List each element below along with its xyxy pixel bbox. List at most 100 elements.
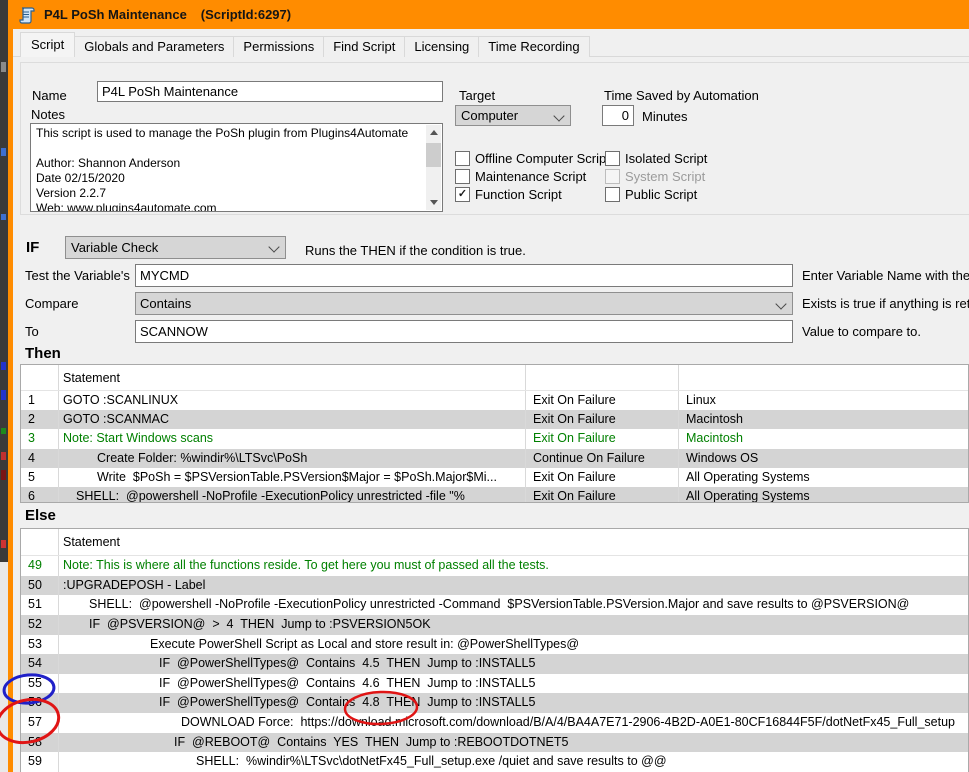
- condition-value-input[interactable]: MYCMD: [135, 264, 793, 287]
- statement-column-header: Statement: [59, 365, 526, 390]
- name-input[interactable]: [97, 81, 443, 102]
- target-selected-value: Computer: [461, 108, 518, 123]
- step-statement: IF @PowerShellTypes@ Contains 4.5 THEN J…: [59, 654, 968, 674]
- step-on-failure: Exit On Failure: [526, 429, 679, 448]
- step-statement: Note: Start Windows scans: [59, 429, 526, 448]
- script-step-row[interactable]: 5Write $PoSh = $PSVersionTable.PSVersion…: [21, 468, 968, 487]
- script-step-row[interactable]: 51SHELL: @powershell -NoProfile -Executi…: [21, 595, 968, 615]
- name-label: Name: [32, 88, 67, 103]
- script-step-row[interactable]: 1GOTO :SCANLINUXExit On FailureLinux: [21, 391, 968, 410]
- table-header-row: Statement: [21, 365, 968, 391]
- checkbox-label: Public Script: [625, 187, 697, 202]
- else-steps-table: Statement49Note: This is where all the f…: [20, 528, 969, 772]
- checkbox-unchecked-icon: [605, 169, 620, 184]
- condition-value-input[interactable]: SCANNOW: [135, 320, 793, 343]
- target-select[interactable]: Computer: [455, 105, 571, 126]
- script-step-row[interactable]: 2GOTO :SCANMACExit On FailureMacintosh: [21, 410, 968, 429]
- script-editor-window: P4L PoSh Maintenance (ScriptId:6297) Scr…: [0, 0, 969, 772]
- time-saved-input[interactable]: [602, 105, 634, 126]
- notes-scrollbar[interactable]: [426, 125, 441, 210]
- step-number: 51: [21, 595, 59, 615]
- step-on-failure: Exit On Failure: [526, 487, 679, 503]
- if-type-value: Variable Check: [71, 240, 158, 255]
- condition-field-hint: Enter Variable Name with the @ s: [802, 268, 969, 283]
- checkbox-label: Offline Computer Script: [475, 151, 610, 166]
- step-on-failure: Continue On Failure: [526, 449, 679, 468]
- step-statement: Note: This is where all the functions re…: [59, 556, 968, 576]
- checkbox-function-script[interactable]: ✓ Function Script: [455, 187, 562, 201]
- script-step-row[interactable]: 56IF @PowerShellTypes@ Contains 4.8 THEN…: [21, 693, 968, 713]
- step-statement: Write $PoSh = $PSVersionTable.PSVersion$…: [59, 468, 526, 487]
- condition-field-label: To: [25, 324, 39, 339]
- column-header: [526, 365, 679, 390]
- background-artifact: [1, 148, 6, 156]
- tab-find-script[interactable]: Find Script: [323, 36, 405, 57]
- step-statement: SHELL: @powershell -NoProfile -Execution…: [59, 487, 526, 503]
- background-artifact: [1, 452, 6, 460]
- chevron-down-icon: [775, 298, 786, 309]
- step-number: 58: [21, 733, 59, 753]
- then-steps-table: Statement1GOTO :SCANLINUXExit On Failure…: [20, 364, 969, 503]
- checkbox-unchecked-icon[interactable]: [455, 151, 470, 166]
- script-step-row[interactable]: 57DOWNLOAD Force: https://download.micro…: [21, 713, 968, 733]
- background-artifact: [1, 540, 6, 548]
- time-saved-label: Time Saved by Automation: [604, 88, 759, 103]
- script-step-row[interactable]: 54IF @PowerShellTypes@ Contains 4.5 THEN…: [21, 654, 968, 674]
- step-number: 4: [21, 449, 59, 468]
- checkbox-checked-icon[interactable]: ✓: [455, 187, 470, 202]
- checkbox-isolated-script[interactable]: Isolated Script: [605, 151, 707, 165]
- checkbox-maintenance-script[interactable]: Maintenance Script: [455, 169, 586, 183]
- background-strip: [0, 0, 8, 772]
- script-step-row[interactable]: 6SHELL: @powershell -NoProfile -Executio…: [21, 487, 968, 503]
- script-step-row[interactable]: 49Note: This is where all the functions …: [21, 556, 968, 576]
- step-on-failure: Exit On Failure: [526, 391, 679, 410]
- scroll-up-icon[interactable]: [426, 125, 441, 140]
- step-number: 55: [21, 674, 59, 694]
- script-step-row[interactable]: 53Execute PowerShell Script as Local and…: [21, 635, 968, 655]
- condition-field-label: Test the Variable's: [25, 268, 130, 283]
- tab-time-recording[interactable]: Time Recording: [478, 36, 589, 57]
- else-section-label: Else: [25, 507, 56, 524]
- notes-line: This script is used to manage the PoSh p…: [36, 126, 424, 141]
- script-step-row[interactable]: 52IF @PSVERSION@ > 4 THEN Jump to :PSVER…: [21, 615, 968, 635]
- checkbox-public-script[interactable]: Public Script: [605, 187, 697, 201]
- tab-licensing[interactable]: Licensing: [404, 36, 479, 57]
- condition-compare-select[interactable]: Contains: [135, 292, 793, 315]
- checkbox-offline-computer-script[interactable]: Offline Computer Script: [455, 151, 610, 165]
- tab-globals-and-parameters[interactable]: Globals and Parameters: [74, 36, 234, 57]
- if-hint: Runs the THEN if the condition is true.: [305, 243, 526, 258]
- step-os: All Operating Systems: [679, 468, 968, 487]
- script-step-row[interactable]: 4Create Folder: %windir%\LTSvc\PoShConti…: [21, 449, 968, 468]
- step-os: Macintosh: [679, 410, 968, 429]
- step-number: 54: [21, 654, 59, 674]
- checkbox-unchecked-icon[interactable]: [605, 151, 620, 166]
- window-title: P4L PoSh Maintenance: [44, 7, 187, 22]
- step-number: 50: [21, 576, 59, 596]
- script-step-row[interactable]: 59SHELL: %windir%\LTSvc\dotNetFx45_Full_…: [21, 752, 968, 772]
- chevron-down-icon: [268, 241, 279, 252]
- tab-script[interactable]: Script: [20, 32, 75, 57]
- condition-field-hint: Value to compare to.: [802, 324, 921, 339]
- step-os: Windows OS: [679, 449, 968, 468]
- tab-permissions[interactable]: Permissions: [233, 36, 324, 57]
- step-number: 3: [21, 429, 59, 448]
- script-step-row[interactable]: 50:UPGRADEPOSH - Label: [21, 576, 968, 596]
- column-header: [21, 529, 59, 555]
- scrollbar-thumb[interactable]: [426, 143, 441, 167]
- notes-line: Date 02/15/2020: [36, 171, 424, 186]
- checkbox-unchecked-icon[interactable]: [605, 187, 620, 202]
- step-statement: IF @PowerShellTypes@ Contains 4.6 THEN J…: [59, 674, 968, 694]
- script-step-row[interactable]: 58IF @REBOOT@ Contains YES THEN Jump to …: [21, 733, 968, 753]
- column-header: [679, 365, 968, 390]
- script-step-row[interactable]: 55IF @PowerShellTypes@ Contains 4.6 THEN…: [21, 674, 968, 694]
- scroll-down-icon[interactable]: [426, 195, 441, 210]
- script-step-row[interactable]: 3Note: Start Windows scansExit On Failur…: [21, 429, 968, 448]
- checkbox-label: System Script: [625, 169, 705, 184]
- notes-text: This script is used to manage the PoSh p…: [36, 126, 424, 212]
- step-statement: DOWNLOAD Force: https://download.microso…: [59, 713, 968, 733]
- checkbox-unchecked-icon[interactable]: [455, 169, 470, 184]
- checkbox-system-script: System Script: [605, 169, 705, 183]
- checkbox-label: Function Script: [475, 187, 562, 202]
- notes-textarea[interactable]: This script is used to manage the PoSh p…: [30, 123, 443, 212]
- if-type-select[interactable]: Variable Check: [65, 236, 286, 259]
